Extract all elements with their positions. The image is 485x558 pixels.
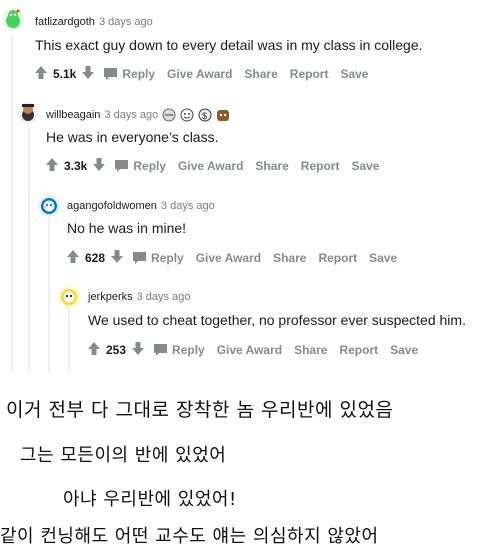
share-button[interactable]: Share (294, 343, 327, 357)
reply-label: Reply (133, 159, 167, 173)
username-link[interactable]: fatlizardgoth (35, 16, 95, 28)
comment-text: This exact guy down to every detail was … (35, 37, 423, 53)
save-button[interactable]: Save (351, 159, 379, 173)
thread-line[interactable] (28, 128, 30, 372)
translation-line: 같이 컨닝해도 어떤 교수도 얘는 의심하지 않았어 (0, 526, 379, 547)
give-award-button[interactable]: Give Award (196, 251, 261, 265)
comment-actions: 5.1k Reply Give Award Share Report Save (35, 66, 380, 82)
thread-line[interactable] (68, 308, 70, 372)
report-button[interactable]: Report (290, 67, 329, 81)
timestamp[interactable]: 3 days ago (104, 109, 158, 121)
award-icon[interactable] (216, 108, 230, 122)
comment-text: No he was in mine! (67, 220, 187, 236)
comment-meta: agangofoldwomen 3 days ago (67, 200, 215, 212)
downvote-arrow-icon[interactable] (93, 158, 106, 174)
timestamp[interactable]: 3 days ago (99, 16, 153, 28)
comment-meta: fatlizardgoth 3 days ago (35, 16, 153, 28)
snoo-green-avatar-icon[interactable] (2, 8, 24, 30)
downvote-arrow-icon[interactable] (111, 250, 124, 266)
snoo-yellow-avatar-icon[interactable] (58, 286, 80, 308)
translation-line: 이거 전부 다 그대로 장착한 놈 우리반에 있었음 (6, 399, 394, 421)
reply-label: Reply (172, 343, 205, 357)
report-button[interactable]: Report (301, 159, 340, 173)
reply-label: Reply (151, 251, 184, 265)
comment-bubble-icon (154, 344, 168, 356)
comment-actions: 3.3k Reply Give Award Share Report Save (46, 158, 391, 174)
reply-button[interactable]: Reply (115, 159, 166, 173)
report-button[interactable]: Report (339, 343, 378, 357)
comment-text: He was in everyone’s class. (46, 129, 219, 145)
comment-bubble-icon (104, 68, 118, 80)
snoo-dark-avatar-icon[interactable] (17, 102, 39, 124)
comment-actions: 628 Reply Give Award Share Report Save (67, 250, 409, 266)
snoo-blue-avatar-icon[interactable] (38, 195, 60, 217)
vote-count: 253 (106, 343, 127, 357)
username-link[interactable]: willbeagain (46, 109, 100, 121)
give-award-button[interactable]: Give Award (178, 159, 243, 173)
save-button[interactable]: Save (340, 67, 368, 81)
reply-button[interactable]: Reply (154, 343, 205, 357)
save-button[interactable]: Save (369, 251, 397, 265)
thread-line[interactable] (11, 34, 13, 372)
comment-meta: jerkperks 3 days ago (88, 291, 190, 303)
upvote-arrow-icon[interactable] (35, 66, 47, 82)
share-button[interactable]: Share (255, 159, 288, 173)
svg-text:$: $ (202, 111, 207, 121)
share-button[interactable]: Share (273, 251, 306, 265)
timestamp[interactable]: 3 days ago (137, 291, 191, 303)
give-award-button[interactable]: Give Award (217, 343, 282, 357)
comment-thread: fatlizardgoth 3 days ago This exact guy … (0, 0, 485, 372)
report-button[interactable]: Report (318, 251, 357, 265)
save-button[interactable]: Save (390, 343, 418, 357)
reply-button[interactable]: Reply (133, 251, 184, 265)
comment-meta: willbeagain 3 days ago $ (46, 108, 230, 122)
comment-bubble-icon (133, 252, 147, 264)
vote-count: 628 (85, 251, 106, 265)
give-award-button[interactable]: Give Award (167, 67, 232, 81)
vote-count: 5.1k (53, 67, 77, 81)
vote-count: 3.3k (64, 159, 88, 173)
username-link[interactable]: jerkperks (88, 291, 133, 303)
award-icon[interactable] (162, 108, 176, 122)
comment-actions: 253 Reply Give Award Share Report Save (88, 342, 430, 358)
upvote-arrow-icon[interactable] (88, 342, 100, 358)
downvote-arrow-icon[interactable] (132, 342, 145, 358)
downvote-arrow-icon[interactable] (82, 66, 95, 82)
award-icon[interactable] (180, 108, 194, 122)
thread-line[interactable] (48, 218, 50, 372)
award-icon[interactable]: $ (198, 108, 212, 122)
timestamp[interactable]: 3 days ago (161, 200, 215, 212)
reply-button[interactable]: Reply (104, 67, 155, 81)
username-link[interactable]: agangofoldwomen (67, 200, 157, 212)
translation-line: 아냐 우리반에 있었어! (63, 489, 237, 510)
comment-text: We used to cheat together, no professor … (88, 312, 466, 328)
upvote-arrow-icon[interactable] (67, 250, 79, 266)
translation-line: 그는 모든이의 반에 있었어 (20, 445, 227, 466)
comment-bubble-icon (115, 160, 129, 172)
upvote-arrow-icon[interactable] (46, 158, 58, 174)
share-button[interactable]: Share (244, 67, 277, 81)
reply-label: Reply (122, 67, 156, 81)
